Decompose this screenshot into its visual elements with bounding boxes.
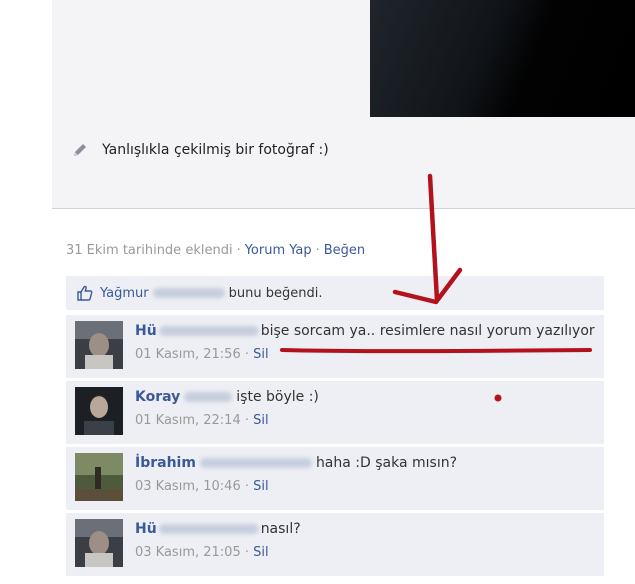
delete-link[interactable]: Sil [253, 347, 268, 362]
separator-dot: · [315, 243, 320, 258]
likes-row: Yağmur bunu beğendi. [66, 276, 604, 310]
added-date: 31 Ekim tarihinde eklendi [66, 243, 233, 258]
comment-meta: 03 Kasım, 21:05 · Sil [135, 545, 269, 560]
separator-dot: · [236, 243, 241, 258]
comment-body: Hü bişe sorcam ya.. resimlere nasıl yorum… [135, 323, 595, 339]
comment-link[interactable]: Yorum Yap [245, 243, 312, 258]
comment-author[interactable]: Hü [135, 323, 157, 339]
comment-item: Hü bişe sorcam ya.. resimlere nasıl yorum… [66, 314, 604, 378]
photo-caption: Yanlışlıkla çekilmiş bir fotoğraf :) [102, 142, 329, 158]
avatar[interactable] [75, 387, 123, 435]
delete-link[interactable]: Sil [253, 413, 268, 428]
comment-item: İbrahim haha :D şaka mısın? 03 Kasım, 10:… [66, 446, 604, 510]
comment-meta: 01 Kasım, 22:14 · Sil [135, 413, 269, 428]
comment-text: bişe sorcam ya.. resimlere nasıl yorum y… [260, 323, 595, 339]
divider [52, 208, 635, 209]
comment-text: işte böyle :) [236, 389, 319, 405]
pencil-icon[interactable] [70, 140, 90, 160]
comment-time: 01 Kasım, 21:56 [135, 347, 241, 362]
redacted-name [158, 524, 259, 534]
comment-body: Hü nasıl? [135, 521, 301, 537]
avatar[interactable] [75, 453, 123, 501]
comment-body: Koray işte böyle :) [135, 389, 319, 405]
delete-link[interactable]: Sil [253, 545, 268, 560]
thumbs-up-icon [77, 285, 93, 301]
comment-item: Hü nasıl? 03 Kasım, 21:05 · Sil [66, 512, 604, 576]
photo-caption-row: Yanlışlıkla çekilmiş bir fotoğraf :) [70, 138, 329, 162]
like-link[interactable]: Beğen [324, 243, 365, 258]
comment-text: haha :D şaka mısın? [315, 455, 458, 471]
comment-text: nasıl? [260, 521, 301, 537]
comment-body: İbrahim haha :D şaka mısın? [135, 455, 457, 471]
comment-time: 01 Kasım, 22:14 [135, 413, 241, 428]
comment-meta: 03 Kasım, 10:46 · Sil [135, 479, 269, 494]
like-text: bunu beğendi. [228, 285, 323, 301]
comment-time: 03 Kasım, 21:05 [135, 545, 241, 560]
delete-link[interactable]: Sil [253, 479, 268, 494]
comment-author[interactable]: Koray [135, 389, 180, 405]
redacted-name [199, 458, 312, 468]
redacted-name [184, 392, 233, 402]
comment-author[interactable]: İbrahim [135, 455, 196, 471]
photo[interactable] [370, 0, 635, 117]
comment-item: Koray işte böyle :) 01 Kasım, 22:14 · Sil [66, 380, 604, 444]
redacted-name [152, 288, 225, 298]
avatar[interactable] [75, 519, 123, 567]
redacted-name [158, 326, 259, 336]
like-user[interactable]: Yağmur [100, 286, 149, 301]
comment-time: 03 Kasım, 10:46 [135, 479, 241, 494]
avatar[interactable] [75, 321, 123, 369]
comment-author[interactable]: Hü [135, 521, 157, 537]
comment-meta: 01 Kasım, 21:56 · Sil [135, 347, 269, 362]
post-meta: 31 Ekim tarihinde eklendi · Yorum Yap · Beğe… [66, 243, 365, 258]
